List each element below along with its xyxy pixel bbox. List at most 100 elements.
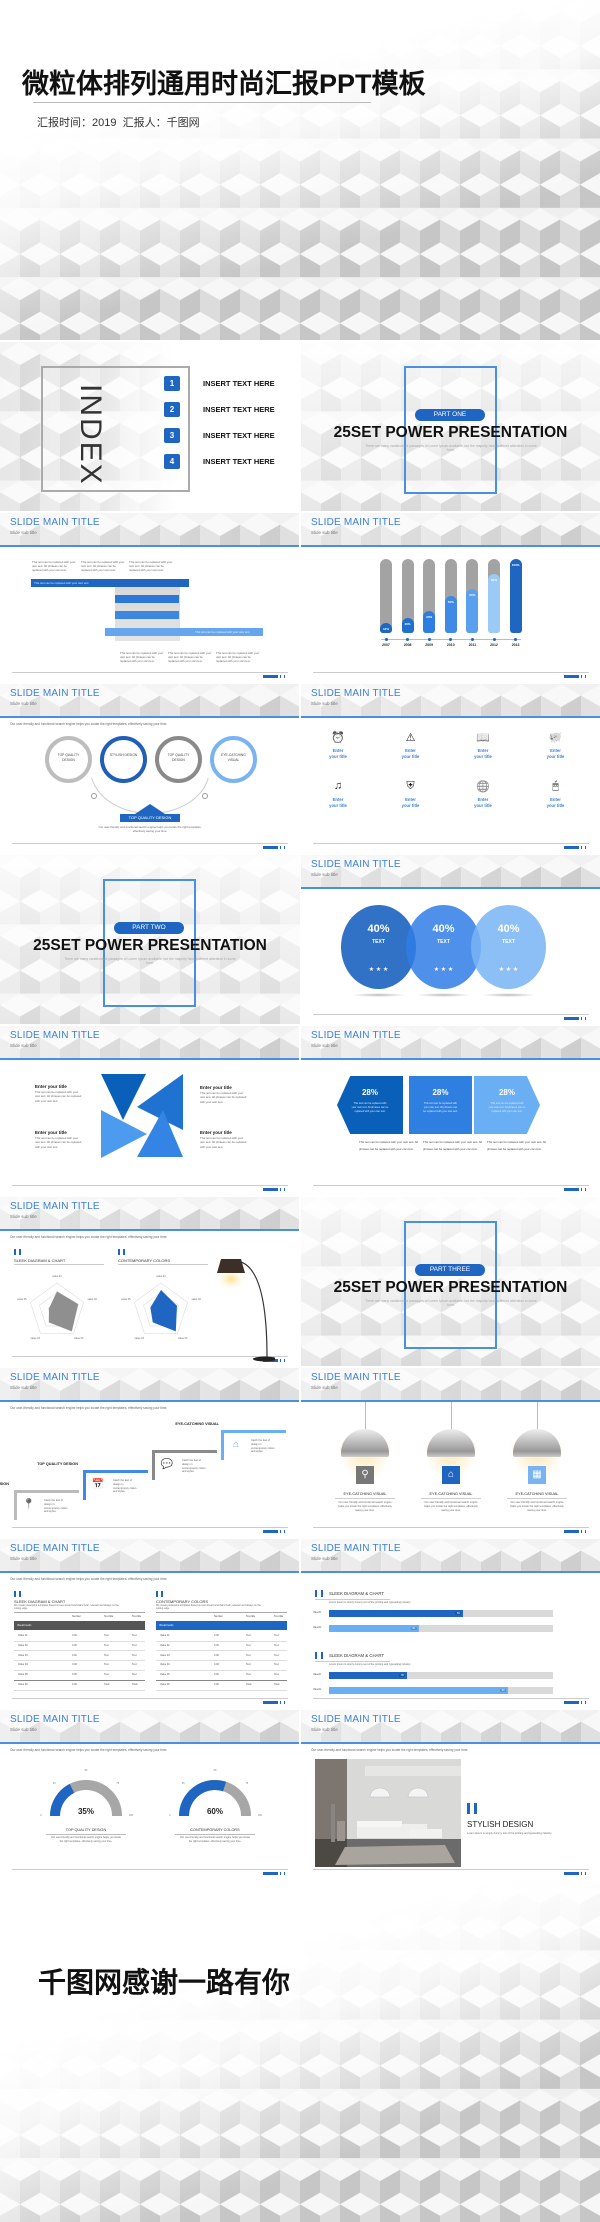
circle-shadow: [416, 993, 471, 997]
pinwheel-triangles: [101, 1074, 196, 1164]
index-item-text[interactable]: INSERT TEXT HERE: [203, 405, 275, 414]
lamp-desc: Our user-friendly and functional search …: [338, 1501, 392, 1512]
music-note-icon[interactable]: ♫: [328, 780, 348, 792]
slide-subtitle: Slide sub title: [311, 1043, 338, 1048]
footer-divider: [313, 843, 589, 844]
table-desc: We create powerpoint templates based on …: [14, 1604, 119, 1611]
table-row-divider: [156, 1640, 287, 1641]
section-title: 25SET POWER PRESENTATION: [333, 1279, 568, 1296]
globe-icon[interactable]: 🌐: [473, 780, 493, 793]
icon-title: Enter your title: [546, 797, 565, 808]
table-cell: Value 06: [18, 1683, 28, 1686]
section-underline: [14, 1264, 104, 1265]
table-row-divider: [14, 1689, 145, 1690]
progress-value: 60: [455, 1612, 462, 1615]
stair-title: STYLISH DESIGN: [0, 1482, 9, 1486]
icon-title: Enter your title: [474, 748, 492, 759]
section-part-pill: PART TWO: [114, 922, 184, 934]
table-cell: Value 03: [160, 1653, 170, 1657]
index-item-text[interactable]: INSERT TEXT HERE: [203, 431, 275, 440]
tables-slide: SLIDE MAIN TITLE Slide sub title Our user-…: [0, 1539, 299, 1708]
index-item-text[interactable]: INSERT TEXT HERE: [203, 379, 275, 388]
footer-bars: [581, 1701, 586, 1704]
rating-stars: ★ ★ ★: [368, 967, 389, 973]
section-divider-slide: PART ONE 25SET POWER PRESENTATION There ar…: [301, 342, 600, 511]
slide-title: SLIDE MAIN TITLE: [10, 1372, 100, 1383]
table-cell: Total: [246, 1683, 252, 1686]
radar-axis-label: value 02: [191, 1298, 201, 1302]
header-divider: [301, 1058, 600, 1060]
item-title: Enter your title: [35, 1130, 67, 1135]
footer-divider: [313, 1014, 589, 1015]
floor-lamp-image: [215, 1257, 277, 1366]
footer-accent: [263, 1701, 278, 1704]
radar-chart: [4, 1267, 114, 1362]
table-cell: Value 04: [18, 1663, 28, 1667]
footer-bars: [581, 1188, 586, 1191]
section-desc: There are many variations of passages of…: [365, 444, 537, 452]
table-cell: Total: [274, 1683, 280, 1686]
x-tick-label: 2008: [403, 643, 412, 647]
group-desc: Lorem Ipsum is simply dummy text of the …: [329, 1663, 411, 1666]
ring-node: [91, 793, 97, 799]
table-row-divider: [156, 1650, 287, 1651]
gauge-value: 60%: [206, 1807, 223, 1816]
gauge-tick-label: 100: [128, 1814, 134, 1817]
section-bars-icon: [315, 1652, 323, 1659]
table-cell: Value 03: [18, 1653, 28, 1657]
table-cell: Value 01: [160, 1634, 170, 1637]
footer-accent: [263, 1188, 278, 1191]
table-cell: Text: [246, 1673, 251, 1677]
progress-fill: [329, 1625, 419, 1632]
location-pin-icon: 📍: [22, 1499, 36, 1510]
footer-bars: [280, 675, 285, 678]
footer-bars: [581, 1017, 586, 1020]
cover-subtitle: 汇报时间：2019 汇报人：千图网: [37, 117, 200, 129]
home-icon: ⌂: [442, 1466, 460, 1484]
index-item-text[interactable]: INSERT TEXT HERE: [203, 457, 275, 466]
gauge-tick-label: 25: [181, 1782, 185, 1786]
slide-subtitle: Slide sub title: [10, 1385, 37, 1390]
hex-value: 28%: [498, 1088, 515, 1097]
progress-value: 80: [500, 1689, 507, 1692]
footer-accent: [263, 846, 278, 849]
footer-accent: [564, 1872, 579, 1875]
footer-divider: [313, 1698, 589, 1699]
stair-title: EYE-CATCHING VISUAL: [175, 1422, 219, 1426]
gauge-desc: Our user-friendly and functional search …: [50, 1836, 122, 1843]
step-text: This text can be replaced with your own …: [120, 651, 164, 663]
piggy-bank-icon[interactable]: 🐖: [546, 731, 566, 744]
callout-label: TOP QUALITY DESIGN: [120, 814, 180, 822]
item-title: Enter your title: [35, 1084, 67, 1089]
item-text: This text can be replaced with your own …: [200, 1136, 247, 1149]
bar-value-label: 30%: [426, 614, 433, 619]
section-bars-icon: [156, 1591, 163, 1597]
group-title-underline: [315, 1599, 390, 1600]
gauge-tick-label: 50: [84, 1769, 88, 1772]
warning-icon[interactable]: ⚠: [401, 731, 421, 744]
section-part-pill: PART THREE: [415, 1264, 485, 1276]
x-axis-dot: [449, 637, 453, 641]
lamp-shade: [341, 1429, 389, 1457]
index-number-badge: 2: [164, 402, 180, 417]
lamp-cord: [365, 1402, 366, 1432]
section-bars-icon: [467, 1803, 477, 1814]
bar-value-label: 100%: [511, 563, 520, 567]
slide-subtitle: Slide sub title: [10, 1043, 37, 1048]
table-cell: 0.00: [72, 1653, 77, 1657]
slide-subtitle: Slide sub title: [10, 1214, 37, 1219]
header-divider: [0, 1400, 299, 1402]
book-icon[interactable]: 📖: [473, 731, 493, 744]
section-divider-slide: PART TWO 25SET POWER PRESENTATION There ar…: [0, 855, 300, 1024]
step-text: This text can be replaced with your own …: [32, 560, 76, 572]
hex-caption: This text can be replaced with your own …: [423, 1140, 482, 1151]
progress-label: Value02: [313, 1688, 322, 1691]
shield-icon[interactable]: ⛨: [401, 780, 421, 793]
mouse-icon[interactable]: 🖱: [546, 780, 566, 793]
icon-title: Enter your title: [329, 797, 347, 808]
intro-text: Our user-friendly and functional search …: [10, 1748, 168, 1752]
table-row-divider: [14, 1640, 145, 1641]
alarm-clock-icon[interactable]: ⏰: [328, 731, 348, 744]
header-divider: [0, 1571, 299, 1573]
x-axis-dot: [492, 637, 496, 641]
